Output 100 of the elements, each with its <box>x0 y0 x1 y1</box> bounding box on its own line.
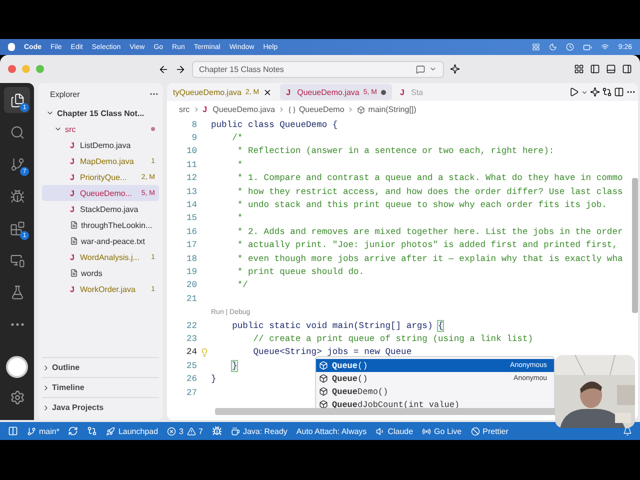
status-item[interactable]: Launchpad <box>106 426 158 436</box>
suggestion-item[interactable]: QueuedJobCount(int value) <box>316 398 554 411</box>
layout-icon[interactable] <box>574 64 584 74</box>
explorer-entry[interactable]: throughTheLookin... <box>42 217 159 233</box>
forward-icon[interactable] <box>175 64 186 74</box>
line-number: 8 <box>190 120 197 130</box>
blocks-icon <box>10 220 24 236</box>
line-number: 23 <box>185 334 197 344</box>
branch-icon <box>10 156 24 172</box>
chevron-icon <box>429 65 437 73</box>
layout-icon <box>532 43 540 51</box>
explorer-entry[interactable]: words <box>42 265 159 281</box>
error-icon <box>167 426 176 436</box>
back-icon[interactable] <box>158 64 169 74</box>
remote-icon[interactable] <box>8 426 18 436</box>
close-icon[interactable] <box>263 88 272 96</box>
problems-status[interactable]: 3 7 <box>167 426 203 436</box>
secondary-sidebar-icon[interactable] <box>622 64 632 74</box>
method-icon <box>319 387 328 396</box>
explorer-entry[interactable]: J StackDemo.java <box>42 201 159 217</box>
line-number: 11 <box>185 160 197 170</box>
sidebar-icon[interactable] <box>590 64 600 74</box>
line-number: 16 <box>185 226 197 237</box>
code-comment: /* <box>231 133 243 144</box>
chat-icon <box>416 64 425 74</box>
split-icon[interactable] <box>614 87 624 97</box>
folder-item[interactable]: Chapter 15 Class Not... <box>42 105 159 121</box>
java-file-icon: J <box>70 284 77 294</box>
explorer-entry[interactable]: war-and-peace.txt <box>42 233 159 249</box>
command-center[interactable]: Chapter 15 Class Notes <box>192 60 444 78</box>
status-item[interactable]: Auto Attach: Always <box>296 426 367 436</box>
section-header[interactable]: Timeline <box>42 377 159 397</box>
sync-icon[interactable] <box>68 426 78 436</box>
line-number: 27 <box>185 388 197 398</box>
java-file-icon: J <box>400 88 407 96</box>
sparkle-icon[interactable] <box>590 87 600 97</box>
line-number: 14 <box>185 200 197 210</box>
panel-icon[interactable] <box>606 64 616 74</box>
chevron-right-icon <box>278 106 285 113</box>
chevron-right-icon <box>42 384 50 392</box>
status-item[interactable]: main* <box>27 426 60 436</box>
breadcrumb[interactable]: QueueDemo <box>298 105 344 114</box>
wifi-icon <box>601 43 610 51</box>
code-comment: * even though more jobs arrive after it — explain why that is exactly wha <box>236 254 623 264</box>
line-number: 10 <box>185 146 197 156</box>
battery-icon <box>583 42 592 52</box>
line-number: 22 <box>185 320 197 331</box>
java-file-icon: J <box>70 140 77 150</box>
java-file-icon: J <box>70 252 77 262</box>
java-file-icon: J <box>70 172 77 182</box>
editor-tab[interactable]: J Sta <box>394 84 430 100</box>
line-number: 20 <box>185 280 197 290</box>
account-avatar[interactable] <box>6 356 28 378</box>
scrollbar[interactable] <box>632 178 638 313</box>
status-item[interactable]: Prettier <box>470 426 508 436</box>
bug-icon[interactable] <box>212 426 222 436</box>
folder-item[interactable]: src <box>42 121 159 137</box>
bug-icon <box>10 188 24 204</box>
chevron-icon[interactable] <box>581 88 588 96</box>
code-comment: * 2. Adds and removes are mixed together here. List the jobs in the order <box>236 226 623 237</box>
sparkle-icon[interactable] <box>450 64 460 74</box>
branch-icon <box>27 426 36 436</box>
line-number: 19 <box>185 266 197 277</box>
close-button[interactable] <box>8 65 16 73</box>
line-number: 25 <box>185 360 197 371</box>
line-number: 13 <box>185 186 197 197</box>
moon-icon <box>549 43 558 51</box>
breadcrumb[interactable]: src <box>179 105 190 114</box>
graph-icon[interactable] <box>87 426 98 436</box>
code-comment: * Reflection (answer in a sentence or two each, right here): <box>236 146 554 156</box>
java-file-icon: J <box>202 105 210 114</box>
run-icon[interactable] <box>569 87 579 97</box>
code-comment: * how they restrict access, and how does the order differ? Use last class <box>236 186 623 197</box>
chevron-right-icon <box>42 364 50 372</box>
line-number: 24 <box>185 347 197 358</box>
status-item[interactable]: Go Live <box>422 426 462 436</box>
breadcrumb[interactable]: QueueDemo.java <box>212 105 275 114</box>
compare-icon[interactable] <box>602 87 612 97</box>
code-text: Queue<String> jobs = new <box>252 347 381 358</box>
line-number: 17 <box>185 240 197 250</box>
breadcrumb[interactable]: main(String[]) <box>368 105 416 114</box>
status-item[interactable]: Java: Ready <box>230 426 288 436</box>
code-comment: * <box>236 160 243 170</box>
code-comment: // create a print queue of string (using a link list) <box>252 334 534 344</box>
line-number: 9 <box>190 133 197 144</box>
line-number: 26 <box>185 374 197 384</box>
files-icon <box>10 92 24 108</box>
suggestion-item[interactable]: QueueDemo() <box>316 385 554 398</box>
status-item[interactable]: Claude <box>376 426 414 436</box>
section-header[interactable]: Outline <box>42 357 159 377</box>
unsaved-dot[interactable] <box>381 90 386 94</box>
java-file-icon: J <box>70 156 77 166</box>
settings-icon <box>10 390 24 404</box>
monitor-icon <box>10 252 24 268</box>
section-header[interactable]: Java Projects <box>42 397 159 417</box>
chevron-right-icon <box>192 106 200 113</box>
bell-icon[interactable] <box>623 426 632 436</box>
line-number: 12 <box>185 173 197 184</box>
chevron-right-icon <box>347 106 354 113</box>
explorer-entry[interactable]: J ListDemo.java <box>42 137 159 153</box>
